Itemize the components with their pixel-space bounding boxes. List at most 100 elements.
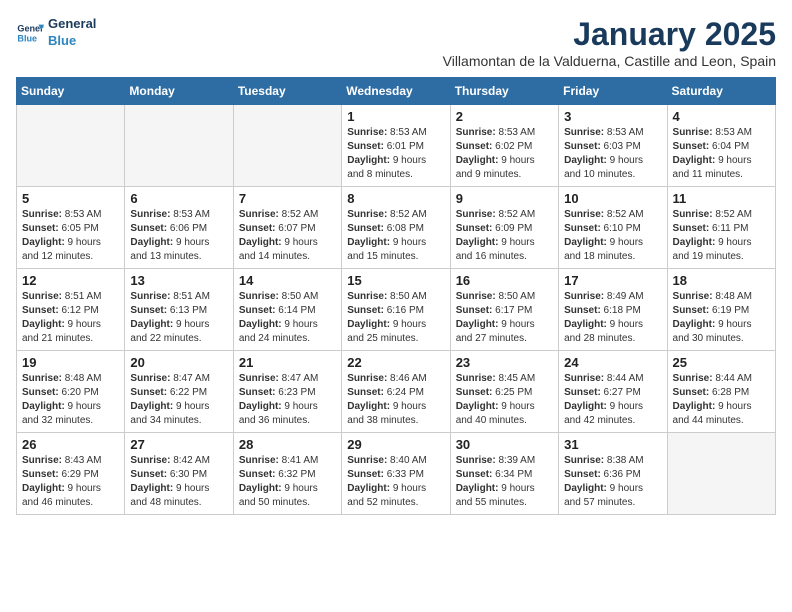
day-info: Sunrise: 8:51 AMSunset: 6:12 PMDaylight:… xyxy=(22,290,119,346)
week-row-4: 19 Sunrise: 8:48 AMSunset: 6:20 PMDayligh… xyxy=(17,351,776,433)
day-info: Sunrise: 8:47 AMSunset: 6:23 PMDaylight:… xyxy=(239,372,336,428)
day-number: 19 xyxy=(22,355,119,370)
day-number: 2 xyxy=(456,109,553,124)
page-header: General Blue General Blue January 2025 V… xyxy=(16,16,776,69)
day-number: 9 xyxy=(456,191,553,206)
logo-text-general: General xyxy=(48,16,96,31)
calendar-cell: 12 Sunrise: 8:51 AMSunset: 6:12 PMDayligh… xyxy=(17,269,125,351)
calendar-cell xyxy=(667,433,775,515)
calendar-cell: 5 Sunrise: 8:53 AMSunset: 6:05 PMDaylight… xyxy=(17,187,125,269)
header-tuesday: Tuesday xyxy=(233,78,341,105)
day-info: Sunrise: 8:49 AMSunset: 6:18 PMDaylight:… xyxy=(564,290,661,346)
calendar-cell: 21Sunrise: 8:47 AMSunset: 6:23 PMDayligh… xyxy=(233,351,341,433)
day-number: 26 xyxy=(22,437,119,452)
day-info: Sunrise: 8:53 AMSunset: 6:05 PMDaylight:… xyxy=(22,208,119,264)
day-info: Sunrise: 8:46 AMSunset: 6:24 PMDaylight:… xyxy=(347,372,444,428)
day-info: Sunrise: 8:39 AMSunset: 6:34 PMDaylight:… xyxy=(456,454,553,510)
day-info: Sunrise: 8:42 AMSunset: 6:30 PMDaylight:… xyxy=(130,454,227,510)
calendar-cell: 15 Sunrise: 8:50 AMSunset: 6:16 PMDayligh… xyxy=(342,269,450,351)
calendar-header-row: SundayMondayTuesdayWednesdayThursdayFrid… xyxy=(17,78,776,105)
day-number: 14 xyxy=(239,273,336,288)
day-number: 31 xyxy=(564,437,661,452)
day-number: 13 xyxy=(130,273,227,288)
day-number: 30 xyxy=(456,437,553,452)
day-number: 8 xyxy=(347,191,444,206)
calendar-subtitle: Villamontan de la Valduerna, Castille an… xyxy=(443,53,776,69)
calendar-cell: 16Sunrise: 8:50 AMSunset: 6:17 PMDayligh… xyxy=(450,269,558,351)
day-info: Sunrise: 8:52 AMSunset: 6:07 PMDaylight:… xyxy=(239,208,336,264)
day-number: 27 xyxy=(130,437,227,452)
day-info: Sunrise: 8:52 AMSunset: 6:11 PMDaylight:… xyxy=(673,208,770,264)
day-number: 12 xyxy=(22,273,119,288)
day-info: Sunrise: 8:43 AMSunset: 6:29 PMDaylight:… xyxy=(22,454,119,510)
day-info: Sunrise: 8:48 AMSunset: 6:20 PMDaylight:… xyxy=(22,372,119,428)
calendar-cell: 3Sunrise: 8:53 AMSunset: 6:03 PMDaylight… xyxy=(559,105,667,187)
calendar-cell xyxy=(233,105,341,187)
calendar-cell: 17Sunrise: 8:49 AMSunset: 6:18 PMDayligh… xyxy=(559,269,667,351)
day-number: 29 xyxy=(347,437,444,452)
calendar-cell: 20Sunrise: 8:47 AMSunset: 6:22 PMDayligh… xyxy=(125,351,233,433)
logo: General Blue General Blue xyxy=(16,16,96,50)
week-row-3: 12 Sunrise: 8:51 AMSunset: 6:12 PMDayligh… xyxy=(17,269,776,351)
day-info: Sunrise: 8:44 AMSunset: 6:28 PMDaylight:… xyxy=(673,372,770,428)
title-block: January 2025 Villamontan de la Valduerna… xyxy=(443,16,776,69)
day-number: 5 xyxy=(22,191,119,206)
day-info: Sunrise: 8:53 AMSunset: 6:01 PMDaylight:… xyxy=(347,126,444,182)
calendar-cell: 18 Sunrise: 8:48 AMSunset: 6:19 PMDayligh… xyxy=(667,269,775,351)
calendar-cell: 22 Sunrise: 8:46 AMSunset: 6:24 PMDayligh… xyxy=(342,351,450,433)
calendar-cell: 24 Sunrise: 8:44 AMSunset: 6:27 PMDayligh… xyxy=(559,351,667,433)
week-row-1: 1 Sunrise: 8:53 AMSunset: 6:01 PMDaylight… xyxy=(17,105,776,187)
day-info: Sunrise: 8:52 AMSunset: 6:08 PMDaylight:… xyxy=(347,208,444,264)
calendar-cell: 2 Sunrise: 8:53 AMSunset: 6:02 PMDaylight… xyxy=(450,105,558,187)
svg-text:Blue: Blue xyxy=(17,33,37,43)
day-info: Sunrise: 8:53 AMSunset: 6:02 PMDaylight:… xyxy=(456,126,553,182)
day-info: Sunrise: 8:53 AMSunset: 6:04 PMDaylight:… xyxy=(673,126,770,182)
calendar-cell: 4 Sunrise: 8:53 AMSunset: 6:04 PMDaylight… xyxy=(667,105,775,187)
day-number: 7 xyxy=(239,191,336,206)
header-wednesday: Wednesday xyxy=(342,78,450,105)
calendar-cell: 30 Sunrise: 8:39 AMSunset: 6:34 PMDayligh… xyxy=(450,433,558,515)
week-row-5: 26 Sunrise: 8:43 AMSunset: 6:29 PMDayligh… xyxy=(17,433,776,515)
calendar-cell xyxy=(125,105,233,187)
day-info: Sunrise: 8:40 AMSunset: 6:33 PMDaylight:… xyxy=(347,454,444,510)
day-number: 4 xyxy=(673,109,770,124)
calendar-cell: 13 Sunrise: 8:51 AMSunset: 6:13 PMDayligh… xyxy=(125,269,233,351)
calendar-cell: 6Sunrise: 8:53 AMSunset: 6:06 PMDaylight… xyxy=(125,187,233,269)
calendar-cell: 9Sunrise: 8:52 AMSunset: 6:09 PMDaylight… xyxy=(450,187,558,269)
day-number: 28 xyxy=(239,437,336,452)
day-info: Sunrise: 8:45 AMSunset: 6:25 PMDaylight:… xyxy=(456,372,553,428)
day-number: 3 xyxy=(564,109,661,124)
header-sunday: Sunday xyxy=(17,78,125,105)
day-info: Sunrise: 8:41 AMSunset: 6:32 PMDaylight:… xyxy=(239,454,336,510)
calendar-cell: 26 Sunrise: 8:43 AMSunset: 6:29 PMDayligh… xyxy=(17,433,125,515)
day-info: Sunrise: 8:38 AMSunset: 6:36 PMDaylight:… xyxy=(564,454,661,510)
calendar-cell: 23 Sunrise: 8:45 AMSunset: 6:25 PMDayligh… xyxy=(450,351,558,433)
day-number: 1 xyxy=(347,109,444,124)
day-number: 16 xyxy=(456,273,553,288)
day-info: Sunrise: 8:51 AMSunset: 6:13 PMDaylight:… xyxy=(130,290,227,346)
calendar-cell xyxy=(17,105,125,187)
day-number: 15 xyxy=(347,273,444,288)
day-info: Sunrise: 8:48 AMSunset: 6:19 PMDaylight:… xyxy=(673,290,770,346)
day-info: Sunrise: 8:50 AMSunset: 6:16 PMDaylight:… xyxy=(347,290,444,346)
calendar-cell: 7 Sunrise: 8:52 AMSunset: 6:07 PMDaylight… xyxy=(233,187,341,269)
day-info: Sunrise: 8:44 AMSunset: 6:27 PMDaylight:… xyxy=(564,372,661,428)
day-number: 22 xyxy=(347,355,444,370)
calendar-cell: 1 Sunrise: 8:53 AMSunset: 6:01 PMDaylight… xyxy=(342,105,450,187)
calendar-cell: 31 Sunrise: 8:38 AMSunset: 6:36 PMDayligh… xyxy=(559,433,667,515)
calendar-cell: 25 Sunrise: 8:44 AMSunset: 6:28 PMDayligh… xyxy=(667,351,775,433)
day-number: 6 xyxy=(130,191,227,206)
day-number: 18 xyxy=(673,273,770,288)
calendar-cell: 29 Sunrise: 8:40 AMSunset: 6:33 PMDayligh… xyxy=(342,433,450,515)
calendar-cell: 11Sunrise: 8:52 AMSunset: 6:11 PMDayligh… xyxy=(667,187,775,269)
week-row-2: 5 Sunrise: 8:53 AMSunset: 6:05 PMDaylight… xyxy=(17,187,776,269)
day-info: Sunrise: 8:47 AMSunset: 6:22 PMDaylight:… xyxy=(130,372,227,428)
calendar-table: SundayMondayTuesdayWednesdayThursdayFrid… xyxy=(16,77,776,515)
logo-text-blue: Blue xyxy=(48,33,76,48)
calendar-cell: 8 Sunrise: 8:52 AMSunset: 6:08 PMDaylight… xyxy=(342,187,450,269)
day-number: 25 xyxy=(673,355,770,370)
calendar-cell: 27 Sunrise: 8:42 AMSunset: 6:30 PMDayligh… xyxy=(125,433,233,515)
day-number: 23 xyxy=(456,355,553,370)
calendar-title: January 2025 xyxy=(443,16,776,53)
day-number: 24 xyxy=(564,355,661,370)
